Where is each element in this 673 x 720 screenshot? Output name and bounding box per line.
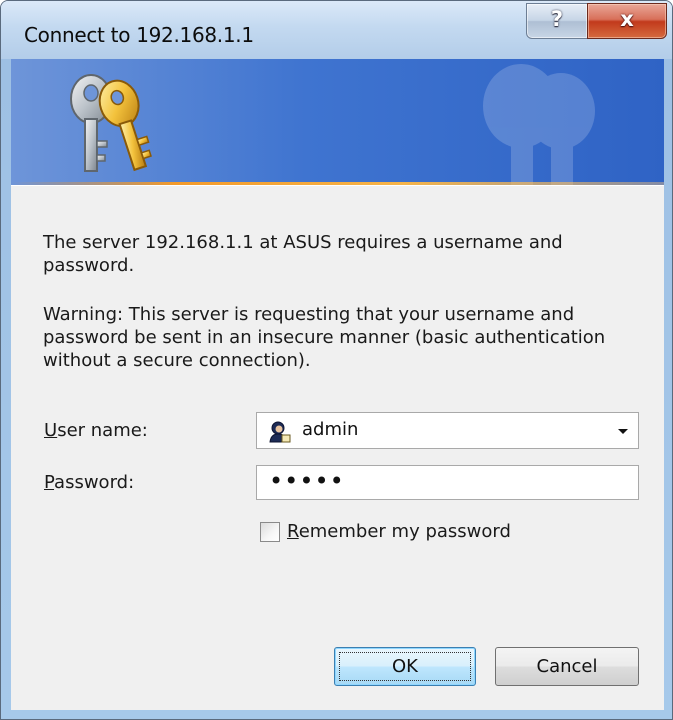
username-label-accelerator: U bbox=[44, 420, 58, 441]
login-dialog: Connect to 192.168.1.1 ? x The server 19… bbox=[0, 0, 673, 720]
remember-password-checkbox[interactable] bbox=[260, 522, 280, 542]
password-label-text: assword: bbox=[54, 472, 135, 493]
username-combobox[interactable]: admin bbox=[256, 412, 639, 449]
password-label-accelerator: P bbox=[44, 472, 55, 493]
close-icon: x bbox=[620, 7, 634, 31]
server-message: The server 192.168.1.1 at ASUS requires … bbox=[43, 232, 563, 276]
cancel-button[interactable]: Cancel bbox=[495, 647, 639, 686]
focus-rectangle bbox=[339, 652, 471, 681]
remember-label-text: emember my password bbox=[298, 521, 511, 542]
remember-password-label[interactable]: Remember my password bbox=[287, 520, 511, 543]
title-bar[interactable]: Connect to 192.168.1.1 ? x bbox=[1, 1, 672, 59]
header-banner bbox=[11, 59, 664, 185]
password-label: Password: bbox=[44, 471, 134, 494]
username-value: admin bbox=[302, 419, 359, 440]
ok-button[interactable]: OK bbox=[334, 647, 476, 686]
keys-watermark-icon bbox=[483, 64, 595, 185]
user-account-icon bbox=[267, 419, 291, 443]
remember-label-accelerator: R bbox=[287, 521, 299, 542]
chevron-down-icon[interactable] bbox=[617, 428, 629, 436]
username-label: User name: bbox=[44, 419, 148, 442]
caption-buttons: ? x bbox=[526, 3, 667, 39]
dialog-content: The server 192.168.1.1 at ASUS requires … bbox=[11, 185, 664, 710]
cancel-button-label: Cancel bbox=[536, 656, 598, 677]
help-button[interactable]: ? bbox=[526, 3, 588, 39]
keys-icon bbox=[70, 74, 152, 172]
help-icon: ? bbox=[550, 7, 564, 31]
close-button[interactable]: x bbox=[587, 3, 667, 39]
password-field[interactable]: ••••• bbox=[256, 465, 639, 500]
dialog-title: Connect to 192.168.1.1 bbox=[24, 23, 254, 47]
security-warning: Warning: This server is requesting that … bbox=[43, 304, 606, 371]
username-label-text: ser name: bbox=[57, 420, 148, 441]
password-masked-value: ••••• bbox=[269, 467, 345, 495]
